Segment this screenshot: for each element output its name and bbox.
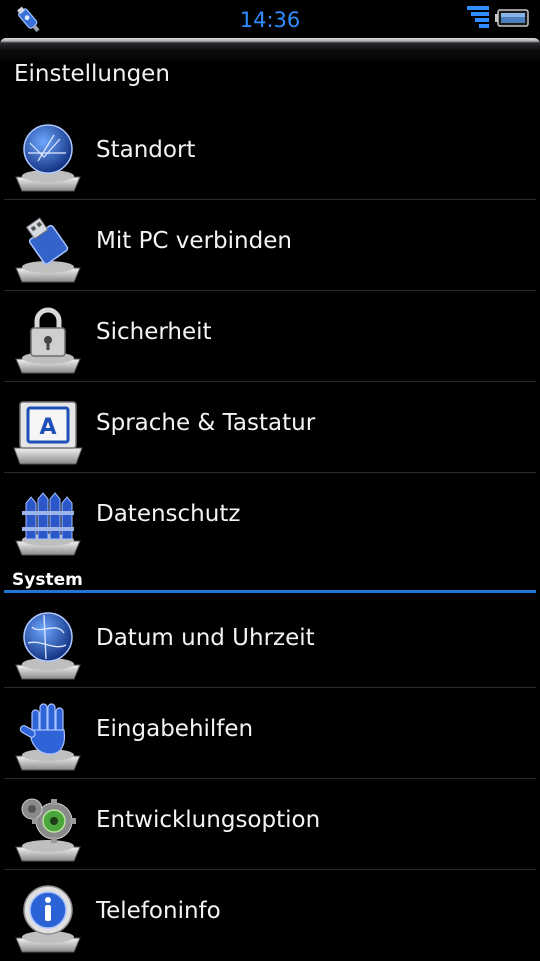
settings-item-sprache-tastatur[interactable]: A Sprache & Tastatur <box>0 382 540 473</box>
globe-icon <box>15 612 81 680</box>
settings-item-sicherheit[interactable]: Sicherheit <box>0 291 540 382</box>
padlock-icon <box>15 307 81 374</box>
settings-item-label: Datum und Uhrzeit <box>96 625 315 651</box>
status-bar: 14:36 <box>0 0 540 40</box>
fence-icon <box>15 492 81 556</box>
settings-item-label: Entwicklungsoption <box>96 807 321 833</box>
settings-item-label: Sprache & Tastatur <box>96 410 316 436</box>
page-title: Einstellungen <box>14 61 170 87</box>
svg-text:A: A <box>39 415 56 440</box>
section-label: System <box>12 570 83 590</box>
hand-icon <box>15 703 81 771</box>
title-bar: Einstellungen <box>0 38 540 100</box>
settings-item-label: Standort <box>96 137 196 163</box>
section-header-system: System <box>0 564 540 594</box>
gears-icon <box>15 798 81 862</box>
settings-item-entwicklungsoption[interactable]: Entwicklungsoption <box>0 779 540 870</box>
settings-item-standort[interactable]: Standort <box>0 109 540 200</box>
settings-item-datenschutz[interactable]: Datenschutz <box>0 473 540 564</box>
info-icon <box>15 885 81 953</box>
settings-item-label: Eingabehilfen <box>96 716 254 742</box>
usb-connect-icon <box>15 217 81 283</box>
settings-item-telefoninfo[interactable]: Telefoninfo <box>0 870 540 961</box>
signal-icon <box>467 6 489 28</box>
settings-item-label: Mit PC verbinden <box>96 228 292 254</box>
settings-item-eingabehilfen[interactable]: Eingabehilfen <box>0 688 540 779</box>
battery-icon <box>495 9 529 27</box>
settings-item-label: Datenschutz <box>96 501 241 527</box>
settings-item-datum-uhrzeit[interactable]: Datum und Uhrzeit <box>0 597 540 688</box>
settings-item-label: Sicherheit <box>96 319 212 345</box>
status-clock: 14:36 <box>239 8 301 32</box>
settings-item-mit-pc-verbinden[interactable]: Mit PC verbinden <box>0 200 540 291</box>
settings-item-label: Telefoninfo <box>96 898 221 924</box>
globe-icon <box>15 124 81 192</box>
section-divider <box>4 590 536 593</box>
keyboard-key-icon: A <box>13 401 83 465</box>
